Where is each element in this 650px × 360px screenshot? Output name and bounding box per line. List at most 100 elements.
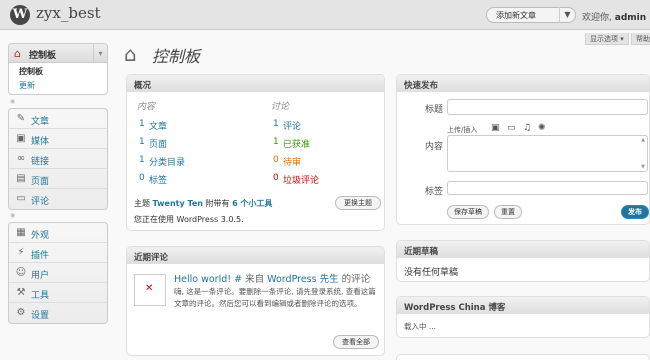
comment-post-link[interactable]: Hello world! bbox=[174, 274, 231, 285]
sidebar-item-label: 链接 bbox=[31, 157, 50, 167]
page-icon: ▤ bbox=[16, 173, 26, 184]
greeting-text: 欢迎你, bbox=[582, 13, 612, 23]
favorite-action-label[interactable]: 添加新文章 bbox=[496, 10, 536, 21]
tags-link[interactable]: 标签 bbox=[149, 173, 167, 186]
content-column-header: 内容 bbox=[137, 102, 156, 112]
scroll-down-icon[interactable]: ▼ bbox=[641, 164, 645, 170]
help-tab[interactable]: 帮助 ▾ bbox=[631, 33, 650, 45]
change-theme-button[interactable]: 更换主题 bbox=[335, 196, 381, 210]
widgets-link[interactable]: 6 个小工具 bbox=[232, 199, 272, 208]
pages-count[interactable]: 1 bbox=[139, 137, 145, 147]
favorite-actions-dropdown[interactable]: 添加新文章 ▼ bbox=[486, 7, 576, 23]
submenu-dashboard[interactable]: 控制板 bbox=[19, 66, 43, 77]
comments-link[interactable]: 评论 bbox=[283, 119, 301, 132]
spam-link[interactable]: 垃圾评论 bbox=[283, 173, 319, 186]
menu-separator: ◉ bbox=[10, 98, 16, 105]
tags-count[interactable]: 0 bbox=[139, 173, 145, 183]
add-video-icon[interactable]: ▭ bbox=[507, 123, 516, 133]
page-title: 控制板 bbox=[152, 47, 201, 66]
sidebar-item-label: 文章 bbox=[31, 117, 50, 127]
spam-count[interactable]: 0 bbox=[273, 173, 279, 183]
comment-hash-link[interactable]: # bbox=[234, 274, 242, 285]
comment-from-text: 来自 bbox=[245, 274, 265, 285]
sidebar-item-dashboard[interactable]: ⌂ 控制板 ▾ bbox=[9, 44, 107, 63]
sidebar-item-label: 外观 bbox=[31, 231, 50, 241]
recent-comments-widget: 近期评论 ✕ Hello world! # 来自 WordPress 先生 的评… bbox=[126, 246, 385, 356]
loading-text: 载入中 ... bbox=[404, 322, 437, 331]
add-image-icon[interactable]: ▣ bbox=[491, 123, 500, 133]
chevron-down-icon[interactable]: ▾ bbox=[93, 44, 107, 63]
save-draft-button[interactable]: 保存草稿 bbox=[447, 205, 489, 219]
comment-meta: Hello world! # 来自 WordPress 先生 的评论 bbox=[174, 271, 370, 285]
wordpress-logo-icon[interactable]: W bbox=[10, 5, 30, 25]
tools-icon: ⚒ bbox=[16, 287, 26, 298]
media-icon: ▣ bbox=[16, 133, 26, 144]
posts-count[interactable]: 1 bbox=[139, 119, 145, 129]
sidebar-item-tools[interactable]: ⚒ 工具 bbox=[9, 283, 107, 303]
add-media-icon[interactable]: ✺ bbox=[538, 123, 546, 133]
sidebar-item-comments[interactable]: ▭ 评论 bbox=[9, 189, 107, 209]
home-icon: ⌂ bbox=[124, 42, 137, 66]
pending-link[interactable]: 待审 bbox=[283, 155, 301, 168]
widget-title[interactable]: WordPress China 博客 bbox=[397, 297, 649, 314]
scroll-up-icon[interactable]: ▲ bbox=[641, 137, 645, 143]
sidebar-item-label: 评论 bbox=[31, 197, 50, 207]
approved-count[interactable]: 1 bbox=[273, 137, 279, 147]
reset-button[interactable]: 重置 bbox=[494, 205, 522, 219]
tags-input[interactable] bbox=[447, 181, 648, 195]
pin-icon: ✎ bbox=[16, 113, 26, 124]
theme-prefix: 主题 bbox=[134, 199, 150, 208]
sidebar-item-label: 用户 bbox=[31, 271, 50, 281]
comment-of-text: 的评论 bbox=[341, 274, 371, 285]
sidebar-item-posts[interactable]: ✎ 文章 bbox=[9, 109, 107, 129]
widget-title[interactable]: 近期草稿 bbox=[397, 241, 649, 258]
sidebar-item-links[interactable]: ∞ 链接 bbox=[9, 149, 107, 169]
sidebar-group-admin: ▦ 外观 ⚡ 插件 ☺ 用户 ⚒ 工具 ⚙ 设置 bbox=[8, 222, 108, 324]
discussion-column-header: 讨论 bbox=[271, 102, 290, 112]
sidebar-item-settings[interactable]: ⚙ 设置 bbox=[9, 303, 107, 323]
publish-button[interactable]: 发布 bbox=[621, 205, 649, 219]
view-all-comments-button[interactable]: 查看全部 bbox=[333, 335, 379, 349]
content-textarea[interactable]: ▲ ▼ bbox=[447, 135, 648, 172]
comment-icon: ▭ bbox=[16, 193, 26, 204]
comment-author-link[interactable]: WordPress 先生 bbox=[267, 274, 338, 285]
sidebar-item-pages[interactable]: ▤ 页面 bbox=[9, 169, 107, 189]
sidebar-item-plugins[interactable]: ⚡ 插件 bbox=[9, 243, 107, 263]
partial-widget bbox=[396, 354, 650, 360]
broken-image-icon: ✕ bbox=[145, 283, 154, 294]
upload-insert-label: 上传/插入 bbox=[447, 126, 478, 134]
user-greeting: 欢迎你, admin | bbox=[582, 10, 650, 23]
widget-title[interactable]: 快速发布 bbox=[397, 75, 649, 92]
right-now-widget: 概况 内容 讨论 1 文章 1 页面 1 分类目录 0 标签 1 评论 1 已获… bbox=[126, 74, 385, 231]
sidebar-item-label: 设置 bbox=[31, 311, 50, 321]
content-label: 内容 bbox=[425, 142, 444, 152]
pending-count[interactable]: 0 bbox=[273, 155, 279, 165]
theme-name-link[interactable]: Twenty Ten bbox=[153, 199, 203, 208]
sidebar-item-media[interactable]: ▣ 媒体 bbox=[9, 129, 107, 149]
sidebar-item-label: 工具 bbox=[31, 291, 50, 301]
chevron-down-icon[interactable]: ▼ bbox=[559, 7, 575, 23]
plugin-icon: ⚡ bbox=[17, 247, 25, 258]
tags-label: 标签 bbox=[425, 187, 444, 197]
screen-options-tab[interactable]: 显示选项 ▾ bbox=[585, 33, 629, 45]
username-link[interactable]: admin bbox=[615, 13, 646, 23]
sidebar-group-content: ✎ 文章 ▣ 媒体 ∞ 链接 ▤ 页面 ▭ 评论 bbox=[8, 108, 108, 210]
sidebar-dashboard-menu: ⌂ 控制板 ▾ 控制板 更新 bbox=[8, 43, 108, 95]
approved-link[interactable]: 已获准 bbox=[283, 137, 310, 150]
sidebar-item-users[interactable]: ☺ 用户 bbox=[9, 263, 107, 283]
categories-link[interactable]: 分类目录 bbox=[149, 155, 185, 168]
submenu-updates[interactable]: 更新 bbox=[19, 80, 35, 91]
categories-count[interactable]: 1 bbox=[139, 155, 145, 165]
recent-drafts-widget: 近期草稿 没有任何草稿 bbox=[396, 240, 650, 282]
title-input[interactable] bbox=[447, 99, 648, 115]
widget-title[interactable]: 近期评论 bbox=[127, 247, 384, 264]
comments-count[interactable]: 1 bbox=[273, 119, 279, 129]
pages-link[interactable]: 页面 bbox=[149, 137, 167, 150]
users-icon: ☺ bbox=[15, 267, 27, 278]
sidebar-item-appearance[interactable]: ▦ 外观 bbox=[9, 223, 107, 243]
add-audio-icon[interactable]: ♫ bbox=[523, 123, 531, 133]
posts-link[interactable]: 文章 bbox=[149, 119, 167, 132]
site-name[interactable]: zyx_best bbox=[36, 4, 101, 22]
no-drafts-text: 没有任何草稿 bbox=[404, 268, 459, 278]
widget-title[interactable]: 概况 bbox=[127, 75, 384, 92]
